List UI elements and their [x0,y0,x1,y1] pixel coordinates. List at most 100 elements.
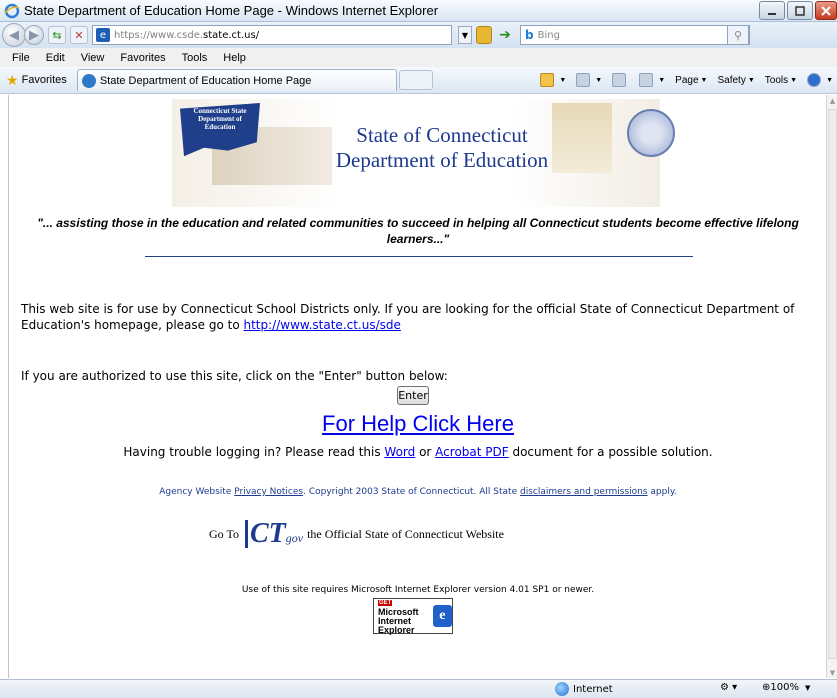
url-domain: state.ct.us/ [203,29,260,41]
feeds-button[interactable]: ▼ [576,73,602,87]
scroll-thumb[interactable] [828,109,837,659]
ie-badge-text: GET Microsoft Internet Explorer [378,597,429,635]
disclaimers-link[interactable]: disclaimers and permissions [520,487,648,497]
chevron-down-icon: ▼ [559,76,567,84]
print-button[interactable]: ▼ [639,73,665,87]
chevron-down-icon: ▼ [700,76,708,84]
ctgov-logo-ct: CT [244,520,286,548]
lock-icon[interactable] [476,26,492,44]
chevron-down-icon: ▼ [804,683,811,692]
board-of-education-seal [627,109,675,157]
minimize-icon [768,12,776,15]
menu-file[interactable]: File [8,52,34,64]
word-doc-link[interactable]: Word [384,445,415,459]
new-tab-button[interactable] [398,70,433,90]
tools-menu[interactable]: Tools ▼ [765,75,797,86]
page-icon: e [96,28,110,42]
title-bar: State Department of Education Home Page … [0,0,837,22]
tools-menu-label: Tools [764,74,789,86]
footer-mid: . Copyright 2003 State of Connecticut. A… [303,487,520,497]
maximize-icon [795,5,805,16]
footer-suffix: apply. [647,487,677,497]
zoom-level: 100% [770,682,799,693]
divider [145,256,693,257]
ctgov-logo-gov: gov [285,531,304,545]
menu-view[interactable]: View [77,52,109,64]
enter-button[interactable]: Enter [397,386,429,405]
address-dropdown-button[interactable]: ▼ [458,26,472,44]
back-button[interactable]: ◀ [2,23,26,47]
favorites-button[interactable]: Favorites [22,74,67,86]
stop-button[interactable]: ✕ [70,26,88,44]
ctgov-logo[interactable]: CT gov [244,520,304,548]
safety-menu[interactable]: Safety ▼ [717,75,754,86]
maximize-button[interactable] [787,1,813,20]
trouble-suffix: document for a possible solution. [508,445,713,459]
favorites-star-icon[interactable]: ★ [6,72,19,89]
back-arrow-icon: ◀ [9,27,19,43]
zone-label: Internet [573,683,613,695]
stop-icon: ✕ [74,28,84,42]
window-controls [757,1,837,20]
ie-badge-get: GET [378,600,393,606]
command-bar: ▼ ▼ ▼ Page ▼ Safety ▼ Tools ▼ ▼ [530,73,837,87]
chevron-down-icon: ▼ [826,76,833,84]
zoom-control[interactable]: ⊕ 100% ▼ [762,682,810,693]
scroll-up-icon[interactable]: ▲ [827,95,837,106]
banner-title: State of Connecticut Department of Educa… [292,123,592,173]
banner-title-line2: Department of Education [335,148,549,172]
vertical-scrollbar[interactable]: ▲ ▼ [826,95,837,678]
tab-title: State Department of Education Home Page [99,74,312,87]
help-button[interactable]: ▼ [807,73,833,87]
goto-suffix: the Official State of Connecticut Websit… [307,526,504,541]
search-button[interactable]: ⚲ [727,25,749,45]
forward-button[interactable]: ▶ [24,25,44,45]
address-toolbar: ◀ ▶ ⇆ ✕ e https://www.csde. state.ct.us/ … [0,22,837,48]
ie-logo-icon [4,3,20,18]
menu-favorites[interactable]: Favorites [116,52,169,64]
go-arrow-icon: ➔ [499,27,511,43]
address-input[interactable]: e https://www.csde. state.ct.us/ [92,25,452,45]
search-placeholder: Bing [537,29,560,41]
ie-logo-icon: e [432,605,452,627]
footer-prefix: Agency Website [159,487,235,497]
chevron-down-icon: ▼ [658,76,666,84]
pdf-doc-link[interactable]: Acrobat PDF [435,445,508,459]
tab-page-icon [81,73,96,88]
minimize-button[interactable] [759,1,785,20]
scroll-down-icon[interactable]: ▼ [827,667,837,678]
close-button[interactable] [815,1,837,20]
get-ie-badge[interactable]: GET Microsoft Internet Explorer e [373,597,453,635]
sde-homepage-link[interactable]: http://www.state.ct.us/sde [244,318,401,332]
protected-mode-icon[interactable]: ⚙ ▾ [720,682,737,693]
help-link[interactable]: For Help Click Here [9,411,827,437]
tab-active[interactable]: State Department of Education Home Page [76,69,397,91]
mail-button[interactable] [612,73,629,87]
auth-instructions: If you are authorized to use this site, … [21,369,448,383]
chevron-down-icon: ▼ [747,76,755,84]
search-input[interactable]: b Bing ⚲ [520,25,750,45]
bing-icon: b [525,28,534,42]
menu-edit[interactable]: Edit [42,52,69,64]
page-menu[interactable]: Page ▼ [675,75,707,86]
privacy-notices-link[interactable]: Privacy Notices [234,487,303,497]
home-button[interactable]: ▼ [540,73,566,87]
favorites-bar: ★ Favorites State Department of Educatio… [0,67,837,94]
mail-icon [612,73,627,87]
url-prefix: https://www.csde. [114,29,204,41]
help-icon [807,73,822,87]
mission-tagline: "... assisting those in the education an… [37,216,799,246]
trouble-paragraph: Having trouble logging in? Please read t… [9,445,827,459]
zoom-icon: ⊕ [762,682,771,693]
trouble-prefix: Having trouble logging in? Please read t… [123,445,385,459]
chevron-down-icon: ▼ [790,76,798,84]
refresh-button[interactable]: ⇆ [48,26,66,44]
security-zone[interactable]: Internet [555,682,613,696]
go-button[interactable]: ➔ [496,26,514,44]
banner-title-line1: State of Connecticut [356,123,528,147]
menu-help[interactable]: Help [219,52,250,64]
menu-tools[interactable]: Tools [178,52,212,64]
feeds-icon [576,73,591,87]
globe-icon [555,682,569,696]
banner: Connecticut State Department of Educatio… [172,99,675,207]
